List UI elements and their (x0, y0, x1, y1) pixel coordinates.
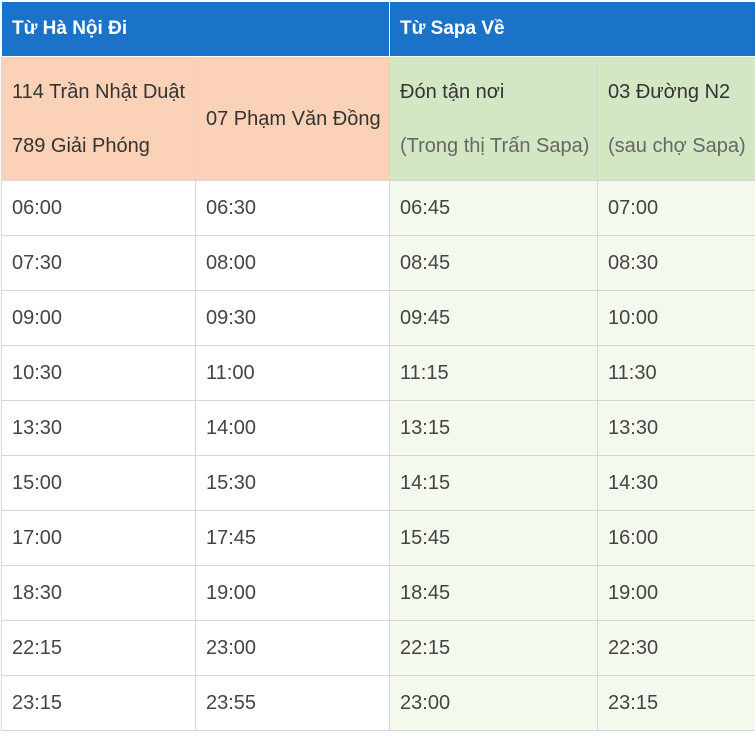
table-row: 09:0009:3009:4510:00 (2, 291, 755, 346)
bus-schedule-table: Từ Hà Nội Đi Từ Sapa Về 114 Trần Nhật Du… (1, 1, 755, 731)
time-cell: 15:00 (2, 456, 196, 511)
time-cell: 07:30 (2, 236, 196, 291)
time-cell: 10:00 (598, 291, 755, 346)
header-from-sapa: Từ Sapa Về (390, 2, 755, 57)
subheader-row: 114 Trần Nhật Duật 789 Giải Phóng 07 Phạ… (2, 57, 755, 181)
time-cell: 22:30 (598, 621, 755, 676)
time-cell: 09:00 (2, 291, 196, 346)
time-cell: 18:30 (2, 566, 196, 621)
time-cell: 08:00 (196, 236, 390, 291)
time-cell: 16:00 (598, 511, 755, 566)
stop-address-3: 07 Phạm Văn Đồng (206, 92, 379, 146)
time-cell: 14:30 (598, 456, 755, 511)
header-row: Từ Hà Nội Đi Từ Sapa Về (2, 2, 755, 57)
time-cell: 09:45 (390, 291, 598, 346)
schedule-body: 06:0006:3006:4507:0007:3008:0008:4508:30… (2, 181, 755, 731)
table-row: 17:0017:4515:4516:00 (2, 511, 755, 566)
table-row: 18:3019:0018:4519:00 (2, 566, 755, 621)
table-row: 22:1523:0022:1522:30 (2, 621, 755, 676)
pickup-label: Đón tận nơi (400, 65, 587, 119)
time-cell: 23:00 (390, 676, 598, 731)
stop-address-1: 114 Trần Nhật Duật (12, 65, 185, 119)
subheader-hanoi-stop-2: 07 Phạm Văn Đồng (196, 57, 390, 181)
subheader-hanoi-stop-1: 114 Trần Nhật Duật 789 Giải Phóng (2, 57, 196, 181)
table-row: 15:0015:3014:1514:30 (2, 456, 755, 511)
time-cell: 13:30 (598, 401, 755, 456)
time-cell: 06:00 (2, 181, 196, 236)
time-cell: 17:00 (2, 511, 196, 566)
time-cell: 19:00 (598, 566, 755, 621)
time-cell: 23:55 (196, 676, 390, 731)
time-cell: 18:45 (390, 566, 598, 621)
sapa-stop-note: (sau chợ Sapa) (608, 119, 745, 173)
time-cell: 19:00 (196, 566, 390, 621)
time-cell: 10:30 (2, 346, 196, 401)
time-cell: 14:00 (196, 401, 390, 456)
time-cell: 08:30 (598, 236, 755, 291)
time-cell: 11:00 (196, 346, 390, 401)
time-cell: 23:15 (2, 676, 196, 731)
pickup-note: (Trong thị Trấn Sapa) (400, 119, 587, 173)
time-cell: 17:45 (196, 511, 390, 566)
table-row: 06:0006:3006:4507:00 (2, 181, 755, 236)
subheader-sapa-stop: 03 Đường N2 (sau chợ Sapa) (598, 57, 755, 181)
time-cell: 23:15 (598, 676, 755, 731)
table-row: 10:3011:0011:1511:30 (2, 346, 755, 401)
table-row: 23:1523:5523:0023:15 (2, 676, 755, 731)
table-row: 07:3008:0008:4508:30 (2, 236, 755, 291)
time-cell: 23:00 (196, 621, 390, 676)
time-cell: 13:30 (2, 401, 196, 456)
table-row: 13:3014:0013:1513:30 (2, 401, 755, 456)
time-cell: 11:30 (598, 346, 755, 401)
time-cell: 15:30 (196, 456, 390, 511)
time-cell: 22:15 (2, 621, 196, 676)
sapa-stop-address: 03 Đường N2 (608, 65, 745, 119)
subheader-sapa-pickup: Đón tận nơi (Trong thị Trấn Sapa) (390, 57, 598, 181)
time-cell: 15:45 (390, 511, 598, 566)
time-cell: 07:00 (598, 181, 755, 236)
time-cell: 09:30 (196, 291, 390, 346)
time-cell: 13:15 (390, 401, 598, 456)
stop-address-2: 789 Giải Phóng (12, 119, 185, 173)
time-cell: 14:15 (390, 456, 598, 511)
time-cell: 22:15 (390, 621, 598, 676)
time-cell: 06:30 (196, 181, 390, 236)
time-cell: 11:15 (390, 346, 598, 401)
time-cell: 06:45 (390, 181, 598, 236)
time-cell: 08:45 (390, 236, 598, 291)
header-from-hanoi: Từ Hà Nội Đi (2, 2, 390, 57)
